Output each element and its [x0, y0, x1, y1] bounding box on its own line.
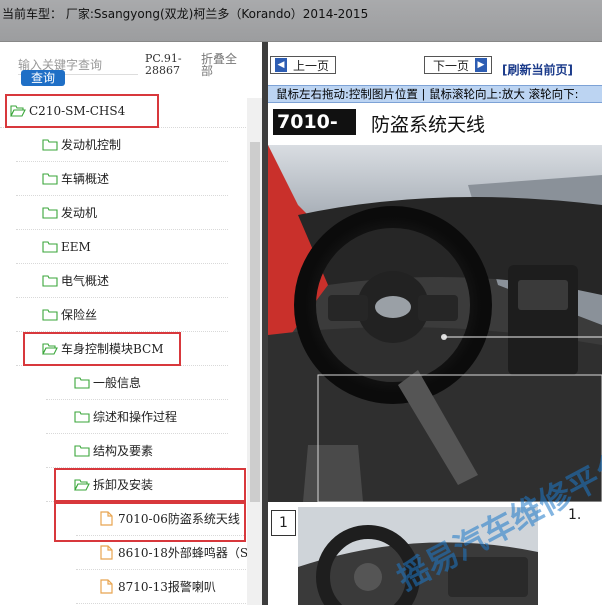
next-page-label: 下一页	[433, 58, 470, 73]
folder-icon	[42, 138, 58, 151]
query-button[interactable]: 查询	[21, 70, 65, 86]
tree-node-label: 车辆概述	[61, 172, 110, 186]
prev-page-button[interactable]: ◀ 上一页	[270, 56, 336, 74]
tree-node[interactable]: 8610-18外部蜂鸣器（S	[76, 536, 249, 570]
tree-node-label: 发动机	[61, 206, 98, 220]
folder-icon	[42, 172, 58, 185]
highlight-box	[54, 468, 246, 502]
tree-node-label: 8610-18外部蜂鸣器（S	[118, 546, 249, 560]
search-row: 查询 PC.91-28867 折叠全部	[0, 42, 262, 98]
tree-node[interactable]: 结构及要素	[46, 434, 228, 468]
tree-node[interactable]: 发动机控制	[16, 128, 228, 162]
document-viewer: ◀ 上一页 下一页 ▶ [刷新当前页] 鼠标左右拖动:控制图片位置 | 鼠标滚轮…	[268, 42, 602, 605]
folder-icon	[74, 444, 90, 457]
tree-node-label: 一般信息	[93, 376, 142, 390]
highlight-box	[5, 94, 159, 128]
viewer-hint-bar: 鼠标左右拖动:控制图片位置 | 鼠标滚轮向上:放大 滚轮向下:	[268, 85, 602, 103]
title-bar: 当前车型： 厂家:Ssangyong(双龙)柯兰多（Korando）2014-2…	[0, 0, 602, 42]
tree-node[interactable]: 8710-13报警喇叭	[76, 570, 246, 604]
tree-node-label: EEM	[61, 239, 91, 254]
highlight-box	[23, 332, 181, 366]
next-page-button[interactable]: 下一页 ▶	[424, 56, 492, 74]
tree-node-label: 电气概述	[61, 274, 110, 288]
tree-node-label: 保险丝	[61, 308, 98, 322]
tree-node-label: 结构及要素	[93, 444, 154, 458]
tree-node-label: 发动机控制	[61, 138, 122, 152]
collapse-all-button[interactable]: 折叠全部	[201, 53, 241, 77]
doc-code: 7010-06	[273, 109, 356, 159]
folder-icon	[42, 240, 58, 253]
document-page[interactable]: 7010-06 防盗系统天线	[268, 104, 602, 605]
left-arrow-icon: ◀	[275, 58, 287, 72]
tree-node-label: 8710-13报警喇叭	[118, 580, 216, 594]
folder-icon	[74, 376, 90, 389]
tree-node[interactable]: 综述和操作过程	[46, 400, 228, 434]
scrollbar-thumb[interactable]	[250, 142, 260, 502]
tree-node[interactable]: 发动机	[16, 196, 228, 230]
dashboard-photo	[268, 145, 602, 502]
right-arrow-icon: ▶	[475, 58, 487, 72]
tree-node[interactable]: 车辆概述	[16, 162, 228, 196]
file-icon	[100, 545, 113, 560]
doc-title: 防盗系统天线	[371, 114, 486, 136]
folder-icon	[42, 274, 58, 287]
prev-page-label: 上一页	[293, 58, 330, 73]
tree-node[interactable]: EEM	[16, 230, 228, 264]
current-model-title: 当前车型： 厂家:Ssangyong(双龙)柯兰多（Korando）2014-2…	[2, 7, 369, 21]
step-number: 1	[271, 510, 296, 536]
tree-node-label: 综述和操作过程	[93, 410, 178, 424]
pc-code-label: PC.91-28867	[145, 52, 182, 77]
folder-icon	[42, 308, 58, 321]
folder-icon	[74, 410, 90, 423]
refresh-page-link[interactable]: [刷新当前页]	[502, 61, 573, 78]
file-icon	[100, 579, 113, 594]
tree-node[interactable]: 保险丝	[16, 298, 228, 332]
tree-node[interactable]: 电气概述	[16, 264, 228, 298]
tree-node[interactable]: 一般信息	[46, 366, 228, 400]
folder-icon	[42, 206, 58, 219]
viewer-toolbar: ◀ 上一页 下一页 ▶ [刷新当前页]	[268, 42, 602, 84]
left-panel: 查询 PC.91-28867 折叠全部 C210-SM-CHS4发动机控制车辆概…	[0, 42, 262, 605]
